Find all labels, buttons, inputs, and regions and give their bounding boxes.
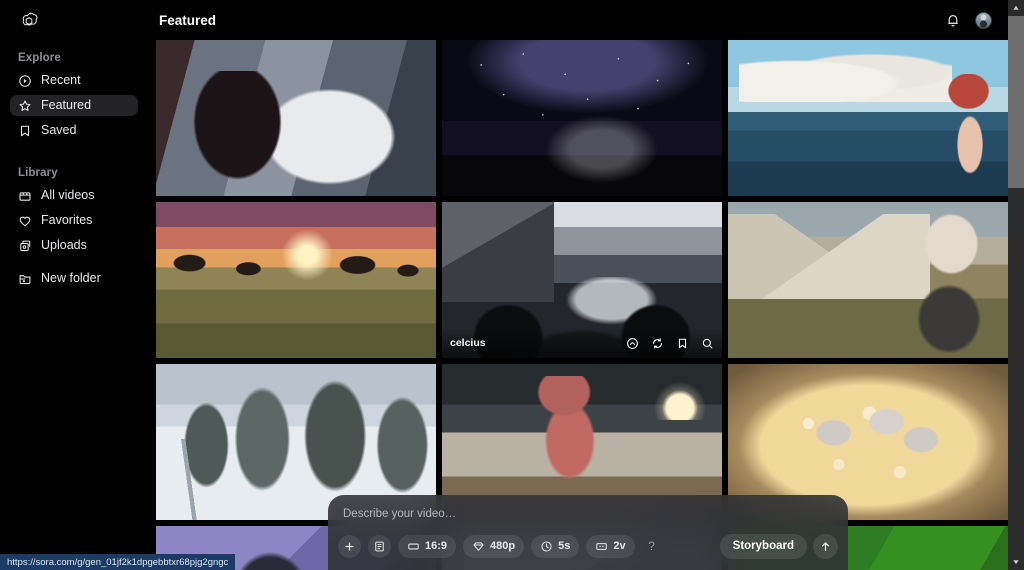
star-icon (18, 99, 32, 113)
sidebar-item-saved[interactable]: Saved (10, 120, 138, 141)
aspect-ratio-chip[interactable]: 16:9 (398, 534, 457, 558)
resolution-chip[interactable]: 480p (463, 534, 525, 558)
video-tile[interactable] (728, 40, 1008, 196)
variations-label: 2v (613, 540, 626, 552)
bookmark-icon[interactable] (676, 337, 689, 350)
composer-actions: Storyboard (719, 533, 838, 559)
avatar[interactable] (975, 11, 992, 29)
grid-row (156, 40, 1008, 196)
submit-button[interactable] (813, 533, 838, 559)
storyboard-mode-button[interactable] (368, 534, 391, 558)
tile-hover-overlay: celcius (442, 328, 722, 358)
sidebar-group-title-explore: Explore (18, 52, 61, 64)
plus-icon (345, 541, 354, 551)
status-bar-url: https://sora.com/g/gen_01jf2k1dpgebbtxr6… (0, 554, 236, 570)
chevron-down-icon (1013, 560, 1019, 565)
bell-icon (948, 15, 958, 27)
sidebar-item-label: All videos (41, 188, 95, 203)
sidebar-item-recent[interactable]: Recent (10, 70, 138, 91)
prompt-input[interactable]: Describe your video… (343, 508, 456, 520)
prompt-composer: Describe your video… 16:9 480p 5s 2v ? S… (328, 495, 848, 570)
heart-icon (18, 214, 32, 228)
notifications-button[interactable] (945, 12, 961, 28)
sidebar-item-label: Recent (41, 73, 81, 88)
scroll-up-button[interactable] (1008, 0, 1024, 16)
arrow-up-icon (821, 541, 830, 551)
video-tile[interactable] (156, 40, 436, 196)
sidebar-item-new-folder[interactable]: New folder (10, 268, 138, 289)
top-bar-actions (945, 11, 1008, 29)
variations-icon (596, 542, 608, 550)
search-icon[interactable] (701, 337, 714, 350)
sidebar-group-explore: Explore Recent Featured Saved (10, 52, 138, 141)
video-box-icon (18, 189, 32, 203)
chevron-up-icon (1013, 5, 1019, 10)
upload-icon (18, 239, 32, 253)
vertical-scrollbar[interactable] (1008, 0, 1024, 570)
app-logo[interactable] (10, 0, 138, 32)
duration-label: 5s (558, 540, 571, 552)
variations-chip[interactable]: 2v (586, 534, 635, 558)
recycle-icon[interactable] (651, 337, 664, 350)
bookmark-icon (18, 124, 32, 138)
sidebar: Explore Recent Featured Saved Library Al… (0, 0, 148, 570)
storyboard-icon (375, 541, 384, 551)
video-tile[interactable] (442, 40, 722, 196)
sidebar-item-uploads[interactable]: Uploads (10, 235, 138, 256)
video-thumbnail (442, 40, 722, 196)
sidebar-item-label: New folder (41, 271, 101, 286)
video-thumbnail (728, 40, 1008, 196)
storyboard-button[interactable]: Storyboard (719, 533, 807, 559)
video-tile-hovered[interactable]: celcius (442, 202, 722, 358)
scrollbar-thumb[interactable] (1008, 16, 1024, 188)
folder-plus-icon (18, 272, 32, 286)
video-thumbnail (156, 40, 436, 196)
clock-play-icon (18, 74, 32, 88)
sidebar-group-title-library: Library (18, 167, 58, 179)
scroll-down-button[interactable] (1008, 554, 1024, 570)
video-tile[interactable] (728, 202, 1008, 358)
sidebar-group-library: Library All videos Favorites Uploads New… (10, 167, 138, 289)
sidebar-item-all-videos[interactable]: All videos (10, 185, 138, 206)
video-thumbnail (728, 202, 1008, 358)
sidebar-item-label: Featured (41, 98, 92, 113)
video-tile[interactable] (156, 202, 436, 358)
sidebar-item-label: Uploads (41, 238, 87, 253)
duration-icon (541, 540, 552, 552)
aspect-ratio-label: 16:9 (425, 540, 448, 552)
add-attachment-button[interactable] (338, 534, 361, 558)
openai-logo-icon (22, 12, 38, 26)
resolution-icon (473, 541, 484, 551)
duration-chip[interactable]: 5s (531, 534, 580, 558)
composer-toolbar: 16:9 480p 5s 2v ? Storyboard (338, 531, 838, 561)
top-bar: Featured (148, 0, 1008, 40)
sidebar-item-featured[interactable]: Featured (10, 95, 138, 116)
sidebar-item-favorites[interactable]: Favorites (10, 210, 138, 231)
page-title: Featured (159, 12, 217, 28)
video-thumbnail (156, 202, 436, 358)
sidebar-item-label: Saved (41, 123, 77, 138)
tile-author: celcius (450, 337, 486, 349)
help-button[interactable]: ? (642, 535, 662, 558)
sidebar-item-label: Favorites (41, 213, 93, 228)
remix-icon[interactable] (626, 337, 639, 350)
video-grid: celcius (156, 40, 1008, 570)
resolution-label: 480p (490, 540, 516, 552)
aspect-ratio-icon (408, 543, 419, 549)
grid-row: celcius (156, 202, 1008, 358)
tile-action-group (626, 337, 714, 350)
